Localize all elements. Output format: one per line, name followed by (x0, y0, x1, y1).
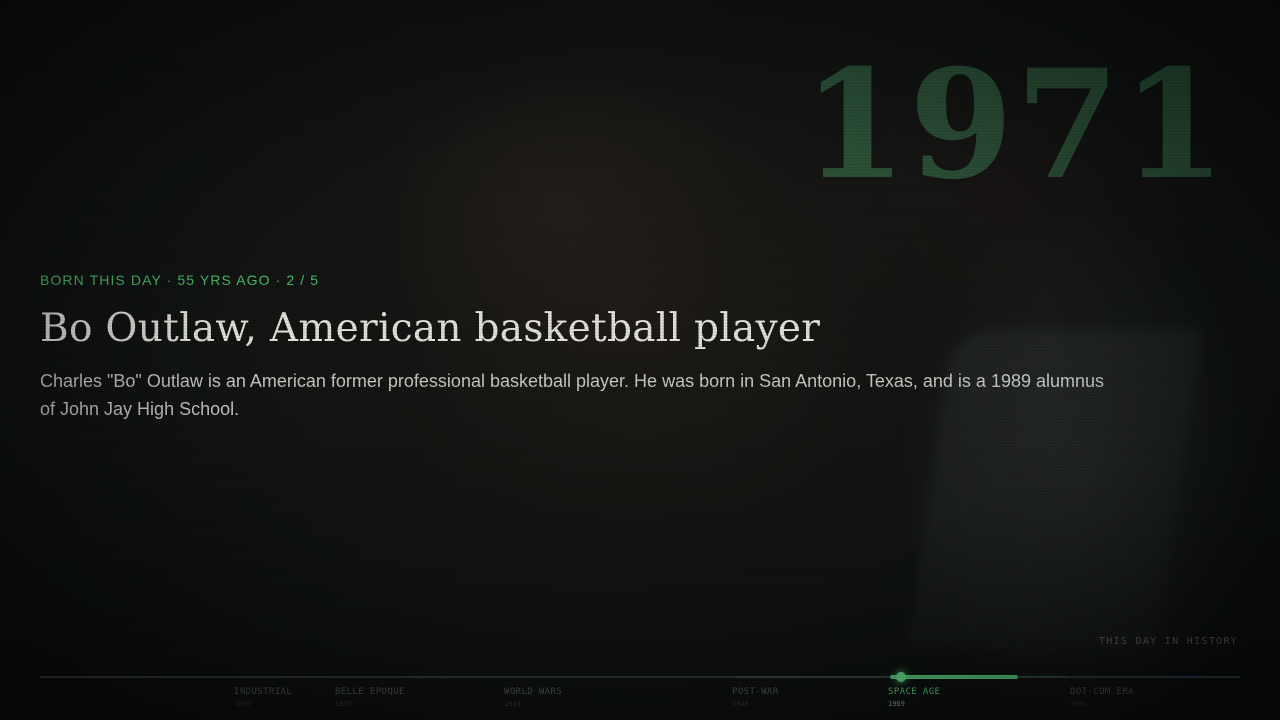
era-post-war[interactable]: POST-WAR 1946 (732, 686, 779, 710)
era-dot-com[interactable]: DOT-COM ERA 1995 (1070, 686, 1134, 710)
timeline-segment (1206, 676, 1240, 678)
era-name: SPACE AGE (888, 687, 941, 697)
era-name: POST-WAR (732, 687, 779, 697)
entry-description: Charles "Bo" Outlaw is an American forme… (40, 371, 1105, 419)
era-name: WORLD WARS (504, 687, 563, 697)
timeline-segment (1020, 676, 1068, 678)
era-year: 1969 (888, 700, 905, 708)
timeline-progress (890, 675, 1018, 679)
timeline-segment (167, 676, 233, 678)
era-year: 1800 (234, 700, 251, 708)
era-year: 1946 (732, 700, 749, 708)
timeline-track (40, 676, 1240, 678)
section-label: THIS DAY IN HISTORY (1098, 636, 1238, 647)
era-industrial[interactable]: INDUSTRIAL 1800 (234, 686, 292, 710)
timeline-segment (235, 676, 333, 678)
era-year: 1870 (335, 700, 352, 708)
entry-title: Bo Outlaw, American basketball player (40, 306, 821, 351)
era-name: DOT-COM ERA (1070, 687, 1135, 697)
entry-eyebrow: BORN THIS DAY · 55 YRS AGO · 2 / 5 (40, 272, 320, 288)
era-timeline[interactable]: INDUSTRIAL 1800 BELLE EPOQUE 1870 WORLD … (40, 672, 1240, 720)
year-watermark: 1971 (802, 37, 1228, 213)
era-name: BELLE EPOQUE (335, 687, 405, 697)
timeline-segment (40, 676, 106, 678)
timeline-segment (734, 676, 886, 678)
entry-content: BORN THIS DAY · 55 YRS AGO · 2 / 5 Bo Ou… (40, 272, 1120, 423)
timeline-segment (1071, 676, 1141, 678)
timeline-segment (108, 676, 165, 678)
timeline-marker[interactable] (896, 672, 906, 682)
era-year: 1995 (1070, 700, 1087, 708)
history-screen: 1971 BORN THIS DAY · 55 YRS AGO · 2 / 5 … (0, 0, 1280, 720)
era-space-age[interactable]: SPACE AGE 1969 (888, 686, 940, 710)
timeline-segment (505, 676, 731, 678)
timeline-segment (1173, 676, 1203, 678)
timeline-segment (336, 676, 502, 678)
era-name: INDUSTRIAL (234, 687, 293, 697)
era-belle-epoque[interactable]: BELLE EPOQUE 1870 (335, 686, 405, 710)
timeline-segment (1144, 676, 1170, 678)
era-year: 1914 (504, 700, 521, 708)
era-world-wars[interactable]: WORLD WARS 1914 (504, 686, 562, 710)
